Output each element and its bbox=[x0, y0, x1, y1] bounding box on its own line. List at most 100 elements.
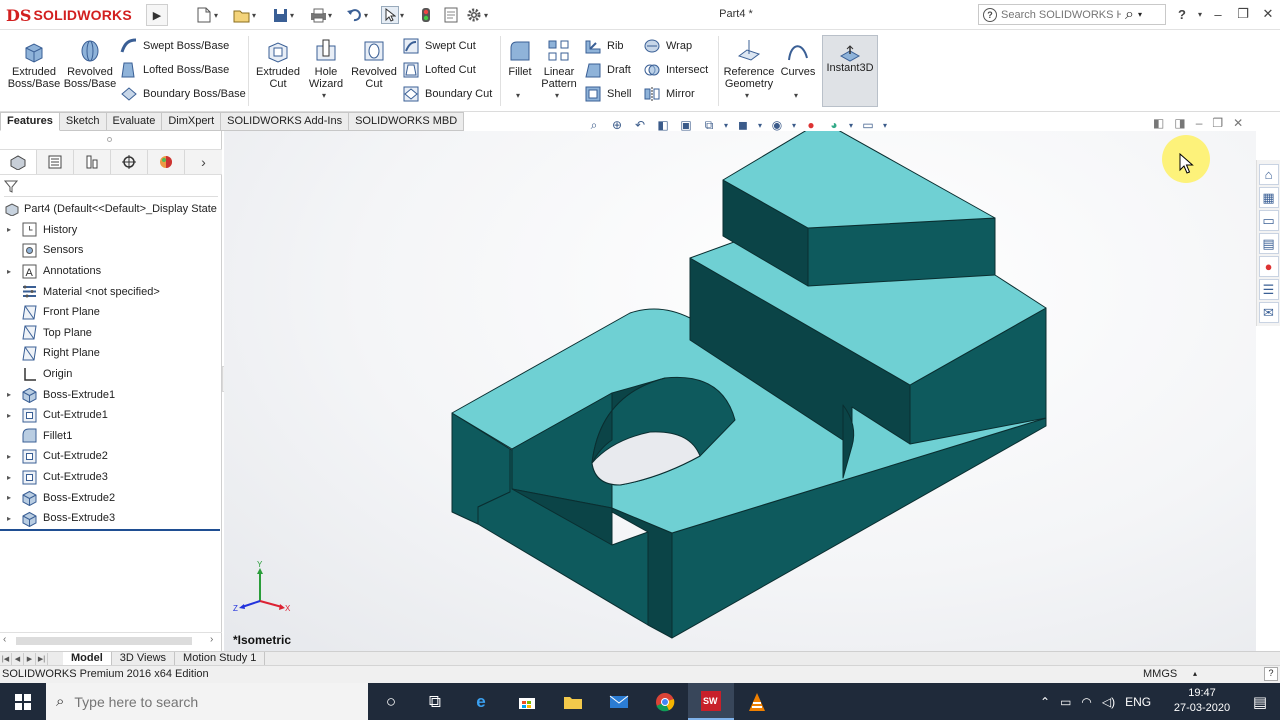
file-explorer-taskbar-icon[interactable] bbox=[550, 683, 596, 720]
search-dropdown-icon[interactable]: ▾ bbox=[1138, 10, 1142, 19]
expand-arrow-icon[interactable]: ▸ bbox=[3, 225, 15, 234]
graphics-area[interactable]: Y X Z *Isometric bbox=[224, 131, 1256, 651]
feature-manager-tree-icon[interactable] bbox=[0, 150, 37, 174]
scroll-right-arrow-icon[interactable]: › bbox=[210, 634, 213, 645]
select-dropdown-icon[interactable]: ▾ bbox=[400, 11, 408, 20]
tree-root-part[interactable]: Part4 (Default<<Default>_Display State bbox=[0, 199, 222, 220]
shell-button[interactable]: Shell bbox=[584, 84, 631, 104]
cortana-icon[interactable]: ○ bbox=[368, 683, 414, 720]
property-manager-icon[interactable] bbox=[37, 150, 74, 174]
panel-splitter-handle[interactable] bbox=[107, 137, 112, 142]
expand-arrow-icon[interactable]: ▸ bbox=[3, 473, 15, 482]
minimize-window-icon[interactable]: – bbox=[1208, 5, 1228, 23]
linear-pattern-dropdown-icon[interactable]: ▾ bbox=[555, 91, 559, 100]
tab-features[interactable]: Features bbox=[0, 112, 60, 131]
more-panels-chevron-icon[interactable]: › bbox=[185, 150, 222, 174]
search-magnifier-icon[interactable]: ⌕ bbox=[1125, 6, 1134, 24]
display-manager-icon[interactable] bbox=[148, 150, 185, 174]
expand-arrow-icon[interactable]: ▸ bbox=[3, 452, 15, 461]
intersect-button[interactable]: Intersect bbox=[643, 60, 708, 80]
restore-window-icon[interactable]: ❐ bbox=[1233, 5, 1253, 23]
hole-wizard-dropdown-icon[interactable]: ▾ bbox=[322, 91, 326, 100]
tree-item[interactable]: Material <not specified> bbox=[0, 281, 222, 302]
close-window-icon[interactable]: ✕ bbox=[1258, 5, 1278, 23]
print-dropdown-icon[interactable]: ▾ bbox=[328, 11, 336, 20]
volume-icon[interactable]: ◁) bbox=[1102, 695, 1115, 709]
battery-icon[interactable]: ▭ bbox=[1060, 695, 1071, 709]
extruded-boss-base-button[interactable]: Extruded Boss/Base bbox=[8, 38, 60, 90]
tree-item[interactable]: Right Plane bbox=[0, 343, 222, 364]
unit-system-dropdown-icon[interactable]: ▴ bbox=[1193, 669, 1197, 678]
tree-item[interactable]: ▸ A Annotations bbox=[0, 261, 222, 282]
undo-dropdown-icon[interactable]: ▾ bbox=[364, 11, 372, 20]
tree-item[interactable]: Fillet1 bbox=[0, 426, 222, 447]
scroll-left-arrow-icon[interactable]: ‹ bbox=[3, 634, 6, 645]
undo-icon[interactable] bbox=[345, 6, 363, 24]
status-bar-options-icon[interactable]: ? bbox=[1264, 667, 1278, 681]
wrap-button[interactable]: Wrap bbox=[643, 36, 692, 56]
file-explorer-icon[interactable]: ▭ bbox=[1258, 210, 1279, 231]
tree-item[interactable]: ▸ Cut-Extrude2 bbox=[0, 446, 222, 467]
expand-arrow-icon[interactable]: ▸ bbox=[3, 514, 15, 523]
vlc-player-icon[interactable] bbox=[734, 683, 780, 720]
viewport-minimize-icon[interactable]: – bbox=[1196, 116, 1203, 130]
tab-model[interactable]: Model bbox=[63, 652, 112, 665]
part-model-3d[interactable] bbox=[224, 131, 1256, 651]
tree-item[interactable]: ▸ Cut-Extrude3 bbox=[0, 467, 222, 488]
fillet-dropdown-icon[interactable]: ▾ bbox=[516, 91, 520, 100]
options-gear-icon[interactable] bbox=[465, 6, 483, 24]
windows-search-input[interactable] bbox=[74, 693, 335, 710]
task-view-icon[interactable]: ⧉ bbox=[412, 683, 458, 720]
open-folder-icon[interactable] bbox=[233, 6, 251, 24]
show-hidden-icons-icon[interactable]: ⌃ bbox=[1040, 695, 1050, 709]
solidworks-resources-home-icon[interactable]: ⌂ bbox=[1258, 164, 1279, 185]
expand-arrow-icon[interactable]: ▸ bbox=[3, 267, 15, 276]
hole-wizard-button[interactable]: Hole Wizard bbox=[304, 38, 348, 90]
viewport-collapse-right-icon[interactable]: ◨ bbox=[1174, 116, 1185, 130]
draft-button[interactable]: Draft bbox=[584, 60, 631, 80]
print-icon[interactable] bbox=[309, 6, 327, 24]
action-center-icon[interactable]: ▤ bbox=[1240, 683, 1280, 720]
tab-motion-study[interactable]: Motion Study 1 bbox=[175, 652, 266, 665]
tree-item[interactable]: ▸ Boss-Extrude2 bbox=[0, 487, 222, 508]
curves-dropdown-icon[interactable]: ▾ bbox=[794, 91, 798, 100]
rebuild-traffic-light-icon[interactable] bbox=[417, 6, 435, 24]
tree-item[interactable]: ▸ Cut-Extrude1 bbox=[0, 405, 222, 426]
expand-arrow-icon[interactable]: ▸ bbox=[3, 411, 15, 420]
swept-boss-base-button[interactable]: Swept Boss/Base bbox=[120, 36, 229, 56]
tab-first-arrow-icon[interactable]: |◀ bbox=[0, 652, 12, 665]
dimxpert-manager-icon[interactable] bbox=[111, 150, 148, 174]
view-palette-icon[interactable]: ▤ bbox=[1258, 233, 1279, 254]
options-dropdown-icon[interactable]: ▾ bbox=[484, 11, 492, 20]
viewport-restore-icon[interactable]: ❐ bbox=[1212, 116, 1223, 130]
extruded-cut-button[interactable]: Extruded Cut bbox=[253, 38, 303, 90]
design-library-icon[interactable]: ▦ bbox=[1258, 187, 1279, 208]
tab-next-arrow-icon[interactable]: ▶ bbox=[24, 652, 36, 665]
model-face-wedge-side[interactable] bbox=[807, 217, 996, 287]
mirror-button[interactable]: Mirror bbox=[643, 84, 695, 104]
boundary-boss-base-button[interactable]: Boundary Boss/Base bbox=[120, 84, 246, 104]
edge-browser-icon[interactable]: e bbox=[458, 683, 504, 720]
tab-last-arrow-icon[interactable]: ▶| bbox=[36, 652, 48, 665]
viewport-close-icon[interactable]: ✕ bbox=[1233, 116, 1243, 130]
open-dropdown-icon[interactable]: ▾ bbox=[252, 11, 260, 20]
tab-mbd[interactable]: SOLIDWORKS MBD bbox=[349, 112, 465, 131]
solidworks-logo[interactable]: DS SOLIDWORKS bbox=[6, 5, 132, 25]
tab-sketch[interactable]: Sketch bbox=[59, 112, 107, 131]
help-search-input[interactable] bbox=[1001, 8, 1121, 21]
microsoft-store-icon[interactable] bbox=[504, 683, 550, 720]
viewport-collapse-left-icon[interactable]: ◧ bbox=[1153, 116, 1164, 130]
custom-properties-icon[interactable]: ☰ bbox=[1258, 279, 1279, 300]
save-dropdown-icon[interactable]: ▾ bbox=[290, 11, 298, 20]
rollback-bar[interactable] bbox=[0, 529, 220, 531]
scrollbar-thumb[interactable] bbox=[16, 637, 192, 645]
tree-item[interactable]: ▸ History bbox=[0, 220, 222, 241]
wifi-icon[interactable]: ◠ bbox=[1081, 695, 1091, 709]
fillet-button[interactable]: Fillet bbox=[505, 38, 535, 78]
tree-item[interactable]: Front Plane bbox=[0, 302, 222, 323]
tree-item[interactable]: Sensors bbox=[0, 240, 222, 261]
linear-pattern-button[interactable]: Linear Pattern bbox=[539, 38, 579, 90]
help-dropdown-icon[interactable]: ▾ bbox=[1190, 5, 1210, 23]
help-search-box[interactable]: ? ⌕ ▾ bbox=[978, 4, 1166, 25]
tree-item[interactable]: Top Plane bbox=[0, 323, 222, 344]
